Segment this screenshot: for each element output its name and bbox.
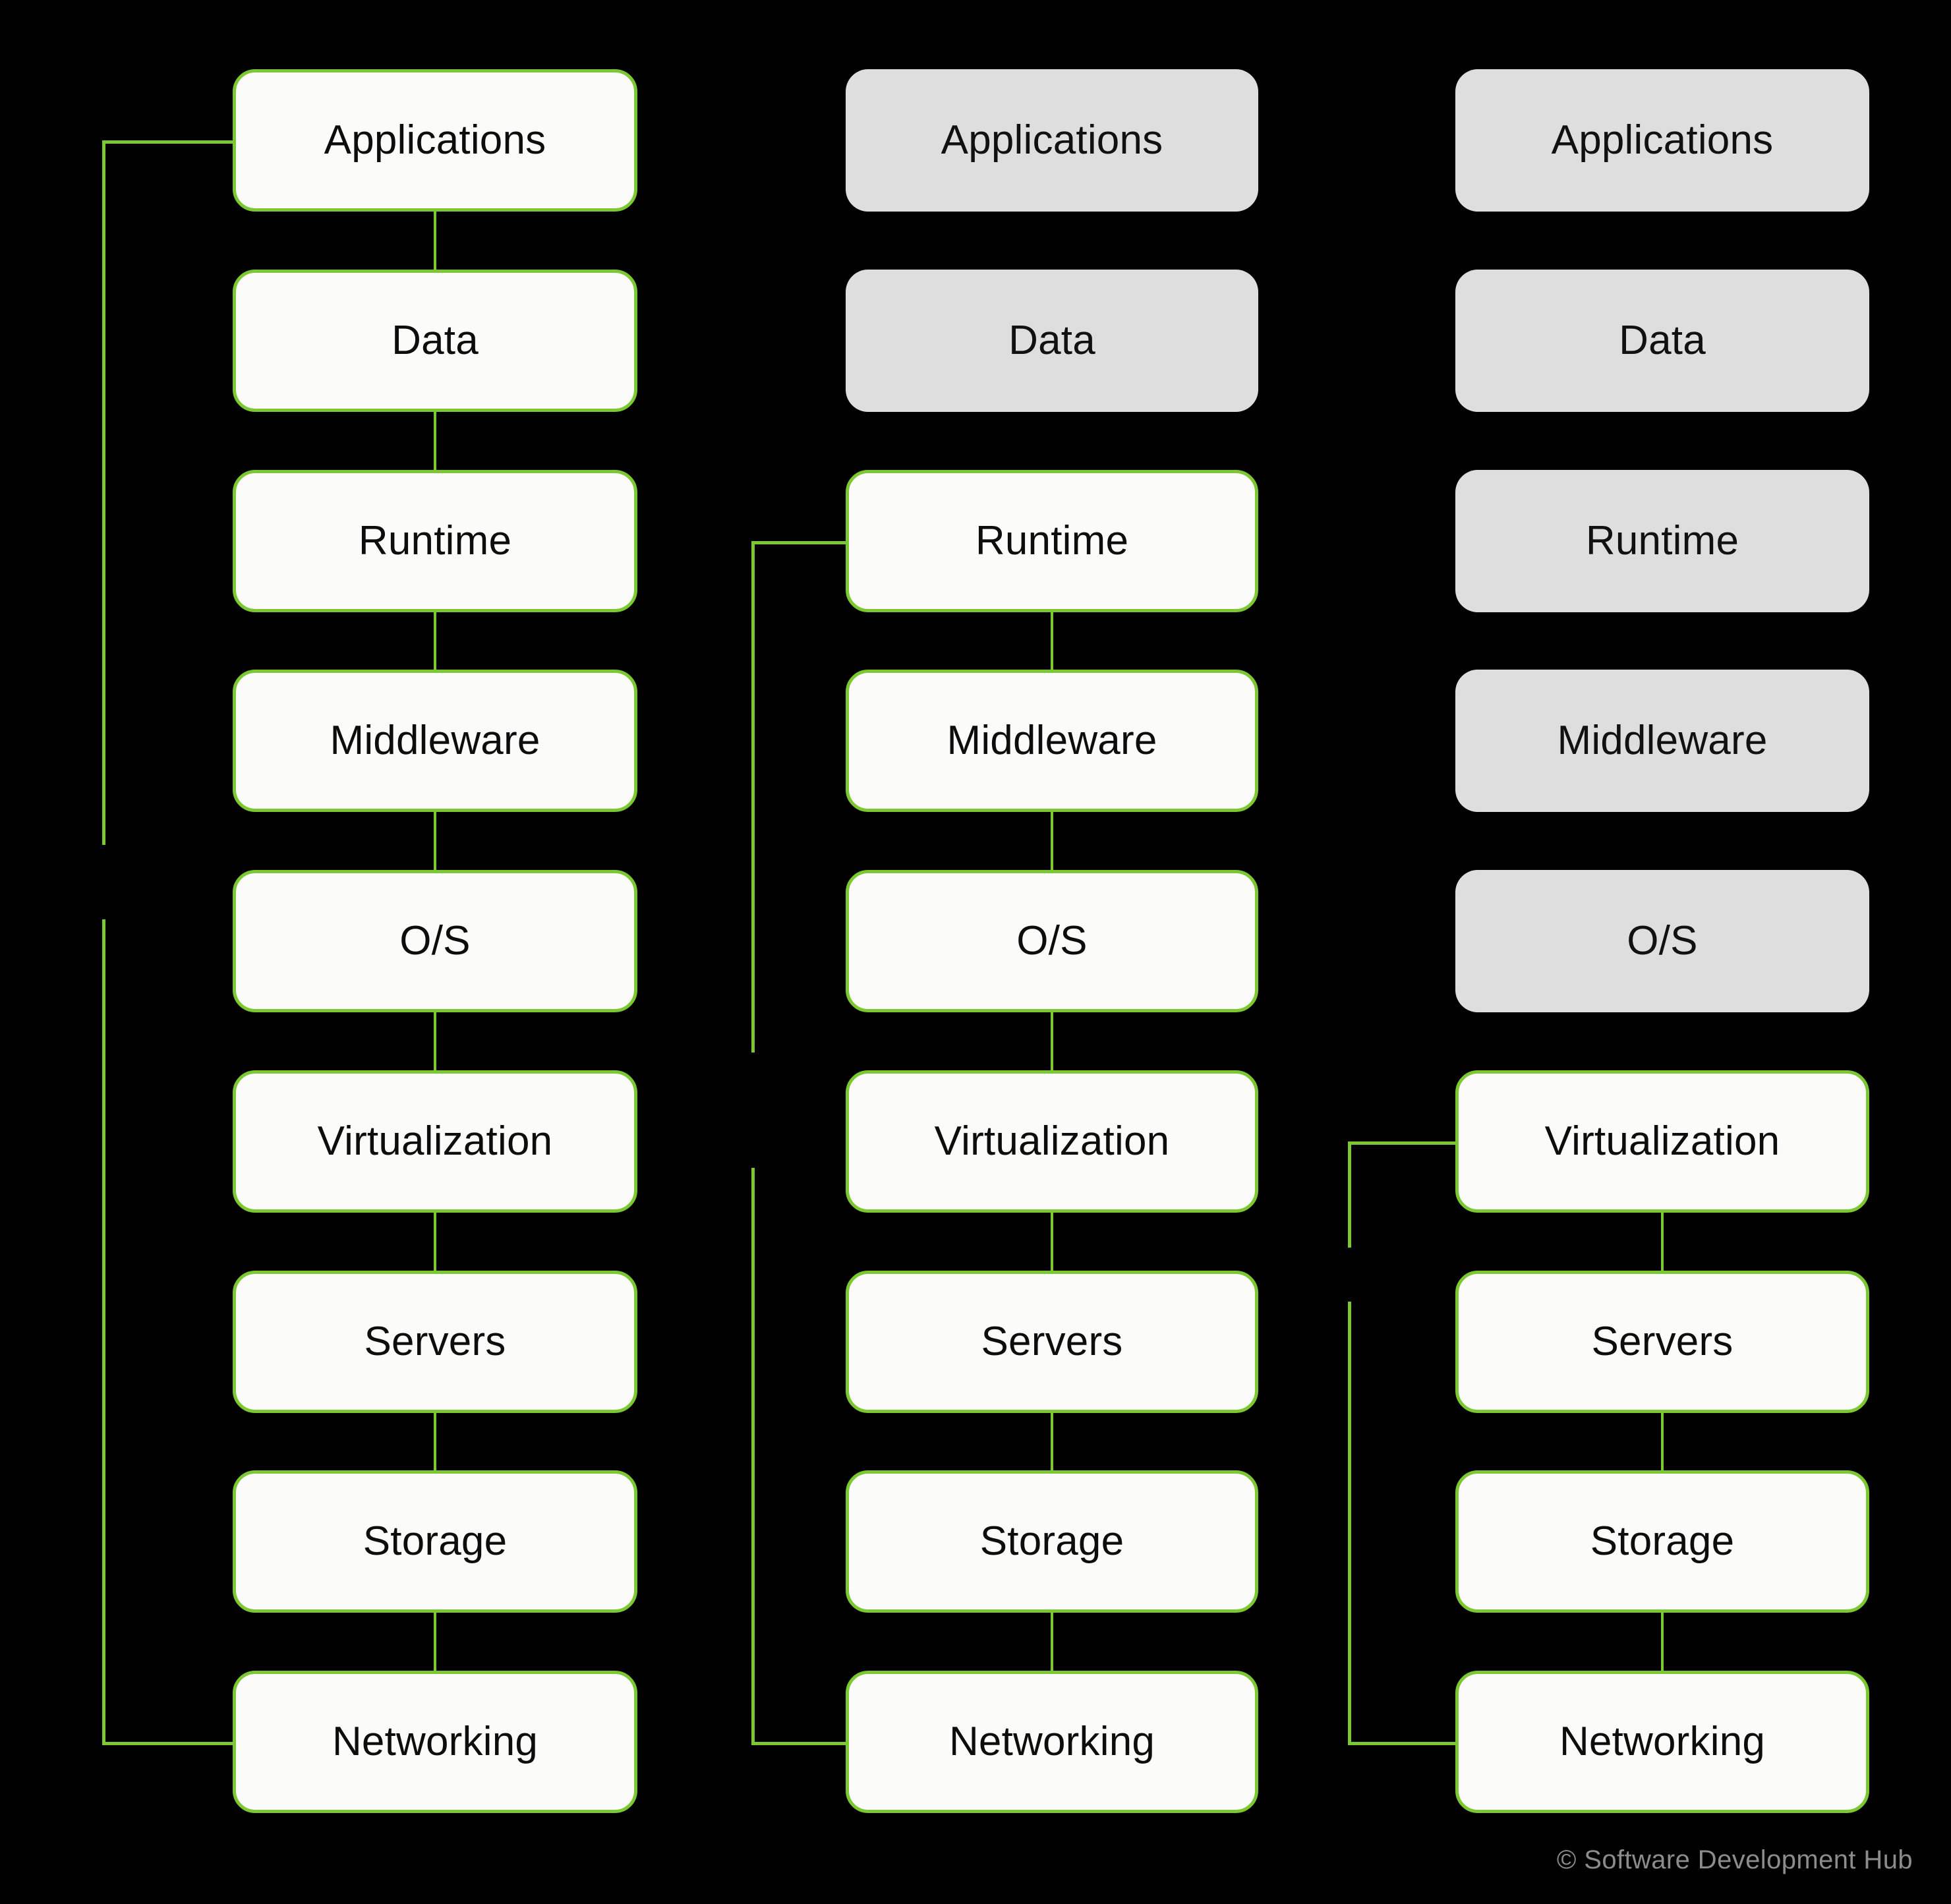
layer-box-applications[interactable]: Applications <box>1455 69 1869 212</box>
layer-box-middleware[interactable]: Middleware <box>1455 670 1869 812</box>
layer-label: O/S <box>1627 918 1698 964</box>
layer-connector <box>1051 1410 1053 1473</box>
layer-connector <box>434 1410 436 1473</box>
layer-box-runtime[interactable]: Runtime <box>846 470 1258 612</box>
layer-box-data[interactable]: Data <box>1455 270 1869 412</box>
layer-label: Servers <box>981 1319 1123 1364</box>
bracket-spine-lower <box>1348 1302 1351 1745</box>
layer-label: Virtualization <box>1544 1118 1780 1164</box>
layer-connector <box>1051 1010 1053 1073</box>
layer-label: Virtualization <box>934 1118 1170 1164</box>
layer-box-storage[interactable]: Storage <box>233 1470 637 1613</box>
layer-box-servers[interactable]: Servers <box>233 1271 637 1413</box>
layer-label: Middleware <box>946 718 1157 763</box>
watermark-credit: © Software Development Hub <box>1556 1845 1913 1874</box>
layer-box-data[interactable]: Data <box>846 270 1258 412</box>
layer-label: Runtime <box>1585 518 1739 563</box>
layer-box-o-s[interactable]: O/S <box>846 870 1258 1012</box>
layer-box-storage[interactable]: Storage <box>846 1470 1258 1613</box>
layer-box-virtualization[interactable]: Virtualization <box>846 1070 1258 1213</box>
layer-box-applications[interactable]: Applications <box>846 69 1258 212</box>
bracket-arm-top <box>1348 1141 1458 1145</box>
layer-connector <box>434 1610 436 1673</box>
layer-label: Applications <box>1551 117 1774 163</box>
layer-connector <box>434 1210 436 1273</box>
layer-label: Networking <box>1559 1719 1766 1764</box>
layer-label: Networking <box>948 1719 1155 1764</box>
layer-connector <box>1661 1610 1664 1673</box>
layer-box-middleware[interactable]: Middleware <box>233 670 637 812</box>
layer-box-storage[interactable]: Storage <box>1455 1470 1869 1613</box>
bracket-arm-top <box>751 541 848 544</box>
layer-connector <box>1661 1410 1664 1473</box>
layer-box-servers[interactable]: Servers <box>846 1271 1258 1413</box>
layer-box-virtualization[interactable]: Virtualization <box>233 1070 637 1213</box>
stack-column-1: Applications Data Runtime Middleware O/S Virt… <box>233 0 637 1904</box>
layer-box-o-s[interactable]: O/S <box>1455 870 1869 1012</box>
layer-label: Servers <box>1591 1319 1733 1364</box>
bracket-spine-upper <box>751 541 755 1053</box>
stack-column-2: Applications Data Runtime Middleware O/S Virt… <box>846 0 1258 1904</box>
bracket-arm-bottom <box>751 1742 848 1745</box>
layer-label: Middleware <box>330 718 540 763</box>
layer-label: O/S <box>1016 918 1088 964</box>
bracket-spine-upper <box>1348 1141 1351 1248</box>
layer-label: Runtime <box>358 518 512 563</box>
layer-label: Networking <box>332 1719 539 1764</box>
layer-connector <box>434 209 436 272</box>
layer-connector <box>1051 809 1053 873</box>
layer-connector <box>434 1010 436 1073</box>
layer-box-networking[interactable]: Networking <box>233 1671 637 1813</box>
bracket-arm-bottom <box>1348 1742 1458 1745</box>
layer-label: Storage <box>363 1518 508 1564</box>
layer-box-applications[interactable]: Applications <box>233 69 637 212</box>
layer-connector <box>434 409 436 473</box>
layer-connector <box>1051 1210 1053 1273</box>
layer-label: Applications <box>324 117 546 163</box>
layer-connector <box>1051 1610 1053 1673</box>
layer-box-networking[interactable]: Networking <box>846 1671 1258 1813</box>
layer-label: Data <box>1008 318 1095 363</box>
layer-label: Middleware <box>1557 718 1768 763</box>
layer-box-o-s[interactable]: O/S <box>233 870 637 1012</box>
bracket-arm-top <box>102 140 235 144</box>
layer-box-virtualization[interactable]: Virtualization <box>1455 1070 1869 1213</box>
layer-box-data[interactable]: Data <box>233 270 637 412</box>
bracket-spine-lower <box>102 919 105 1745</box>
layer-label: Servers <box>364 1319 506 1364</box>
layer-box-runtime[interactable]: Runtime <box>1455 470 1869 612</box>
stack-column-3: Applications Data Runtime Middleware O/S Virt… <box>1455 0 1869 1904</box>
layer-label: O/S <box>399 918 471 964</box>
bracket-spine-lower <box>751 1168 755 1745</box>
layer-label: Data <box>1619 318 1706 363</box>
layer-label: Virtualization <box>317 1118 553 1164</box>
layer-connector <box>1661 1210 1664 1273</box>
layer-label: Runtime <box>975 518 1129 563</box>
diagram-canvas: Applications Data Runtime Middleware O/S Virt… <box>0 0 1951 1904</box>
layer-connector <box>434 809 436 873</box>
layer-label: Storage <box>1590 1518 1735 1564</box>
layer-connector <box>434 610 436 672</box>
bracket-spine-upper <box>102 140 105 845</box>
layer-box-runtime[interactable]: Runtime <box>233 470 637 612</box>
layer-box-servers[interactable]: Servers <box>1455 1271 1869 1413</box>
layer-box-middleware[interactable]: Middleware <box>846 670 1258 812</box>
layer-label: Data <box>392 318 479 363</box>
layer-connector <box>1051 610 1053 672</box>
layer-label: Applications <box>941 117 1163 163</box>
bracket-arm-bottom <box>102 1742 235 1745</box>
layer-box-networking[interactable]: Networking <box>1455 1671 1869 1813</box>
layer-label: Storage <box>979 1518 1124 1564</box>
